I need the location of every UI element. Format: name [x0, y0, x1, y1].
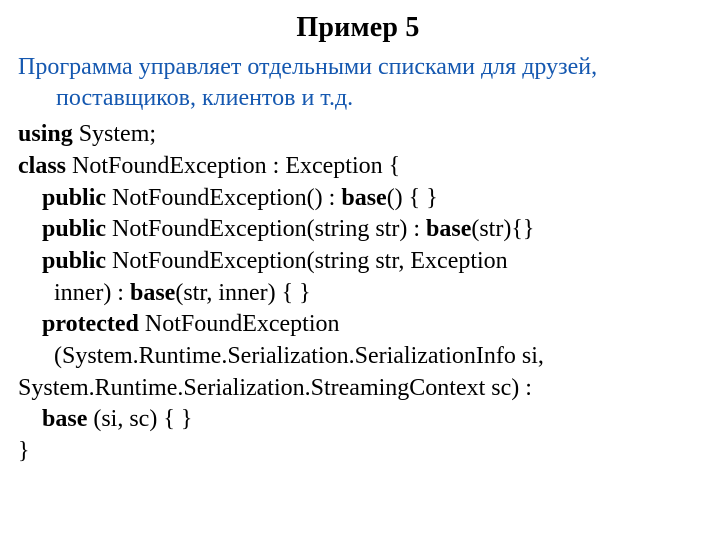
tok-ctor1a: NotFoundException(string str) : [106, 216, 426, 242]
slide: Пример 5 Программа управляет отдельными … [0, 0, 720, 540]
code-line-ctor3a: protected NotFoundException [18, 309, 698, 341]
code-line-ctor2b: inner) : base(str, inner) { } [18, 278, 698, 310]
code-line-ctor2a: public NotFoundException(string str, Exc… [18, 246, 698, 278]
tok-ctor0b: () { } [387, 185, 438, 211]
description-line1: Программа управляет отдельными списками … [18, 54, 597, 80]
code-line-ctor0: public NotFoundException() : base() { } [18, 183, 698, 215]
code-block: using System; class NotFoundException : … [18, 119, 698, 467]
kw-public: public [42, 185, 106, 211]
kw-base: base [426, 216, 471, 242]
kw-using: using [18, 121, 73, 147]
kw-base: base [130, 280, 175, 306]
description-line2: поставщиков, клиентов и т.д. [18, 83, 698, 114]
tok-ctor3params: (System.Runtime.Serialization.Serializat… [48, 343, 544, 369]
kw-public: public [42, 248, 106, 274]
kw-class: class [18, 153, 66, 179]
tok-classdecl: NotFoundException : Exception { [66, 153, 400, 179]
tok-ctor2inner-a: inner) : [48, 280, 130, 306]
tok-ctor3sc: System.Runtime.Serialization.StreamingCo… [18, 375, 532, 401]
code-line-class: class NotFoundException : Exception { [18, 151, 698, 183]
tok-ctor0a: NotFoundException() : [106, 185, 341, 211]
tok-ctor1b: (str){} [471, 216, 534, 242]
code-line-closing: } [18, 436, 698, 468]
tok-ctor3a: NotFoundException [139, 311, 340, 337]
tok-ctor2a: NotFoundException(string str, Exception [106, 248, 508, 274]
code-line-ctor3params: (System.Runtime.Serialization.Serializat… [18, 341, 698, 373]
description: Программа управляет отдельными списками … [18, 52, 698, 113]
code-line-using: using System; [18, 119, 698, 151]
code-line-ctor3base: base (si, sc) { } [18, 404, 698, 436]
kw-protected: protected [42, 311, 139, 337]
tok-closing: } [18, 438, 30, 464]
kw-base: base [341, 185, 386, 211]
tok-system: System; [73, 121, 156, 147]
tok-ctor3baseargs: (si, sc) { } [87, 406, 192, 432]
code-line-ctor3sc: System.Runtime.Serialization.StreamingCo… [18, 373, 698, 405]
tok-ctor2inner-b: (str, inner) { } [175, 280, 310, 306]
kw-base: base [42, 406, 87, 432]
slide-title: Пример 5 [18, 12, 698, 44]
kw-public: public [42, 216, 106, 242]
code-line-ctor1: public NotFoundException(string str) : b… [18, 214, 698, 246]
